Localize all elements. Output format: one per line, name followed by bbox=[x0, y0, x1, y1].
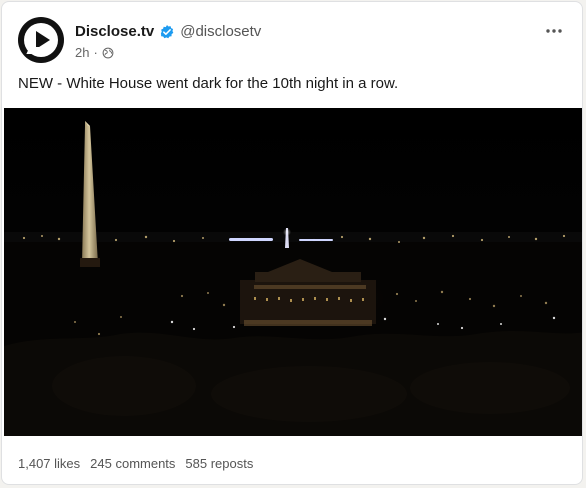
author-handle[interactable]: @disclosetv bbox=[180, 23, 261, 40]
more-options-icon[interactable] bbox=[544, 21, 564, 41]
night-skyline-image bbox=[4, 108, 582, 436]
comments-count[interactable]: 245 comments bbox=[90, 456, 175, 471]
post-image[interactable] bbox=[4, 108, 582, 436]
engagement-stats: 1,407 likes 245 comments 585 reposts bbox=[18, 456, 263, 471]
post-card: Disclose.tv @disclosetv 2h · NEW - White… bbox=[1, 1, 583, 485]
meta-separator: · bbox=[93, 45, 98, 60]
post-meta: 2h · bbox=[75, 45, 114, 60]
globe-icon bbox=[102, 47, 114, 58]
post-time[interactable]: 2h bbox=[75, 45, 89, 60]
reposts-count[interactable]: 585 reposts bbox=[185, 456, 253, 471]
likes-count[interactable]: 1,407 likes bbox=[18, 456, 80, 471]
author-row: Disclose.tv @disclosetv bbox=[75, 23, 261, 40]
post-text: NEW - White House went dark for the 10th… bbox=[18, 75, 399, 92]
avatar[interactable] bbox=[18, 17, 64, 63]
verified-badge-icon bbox=[161, 24, 174, 38]
author-name[interactable]: Disclose.tv bbox=[75, 23, 154, 40]
